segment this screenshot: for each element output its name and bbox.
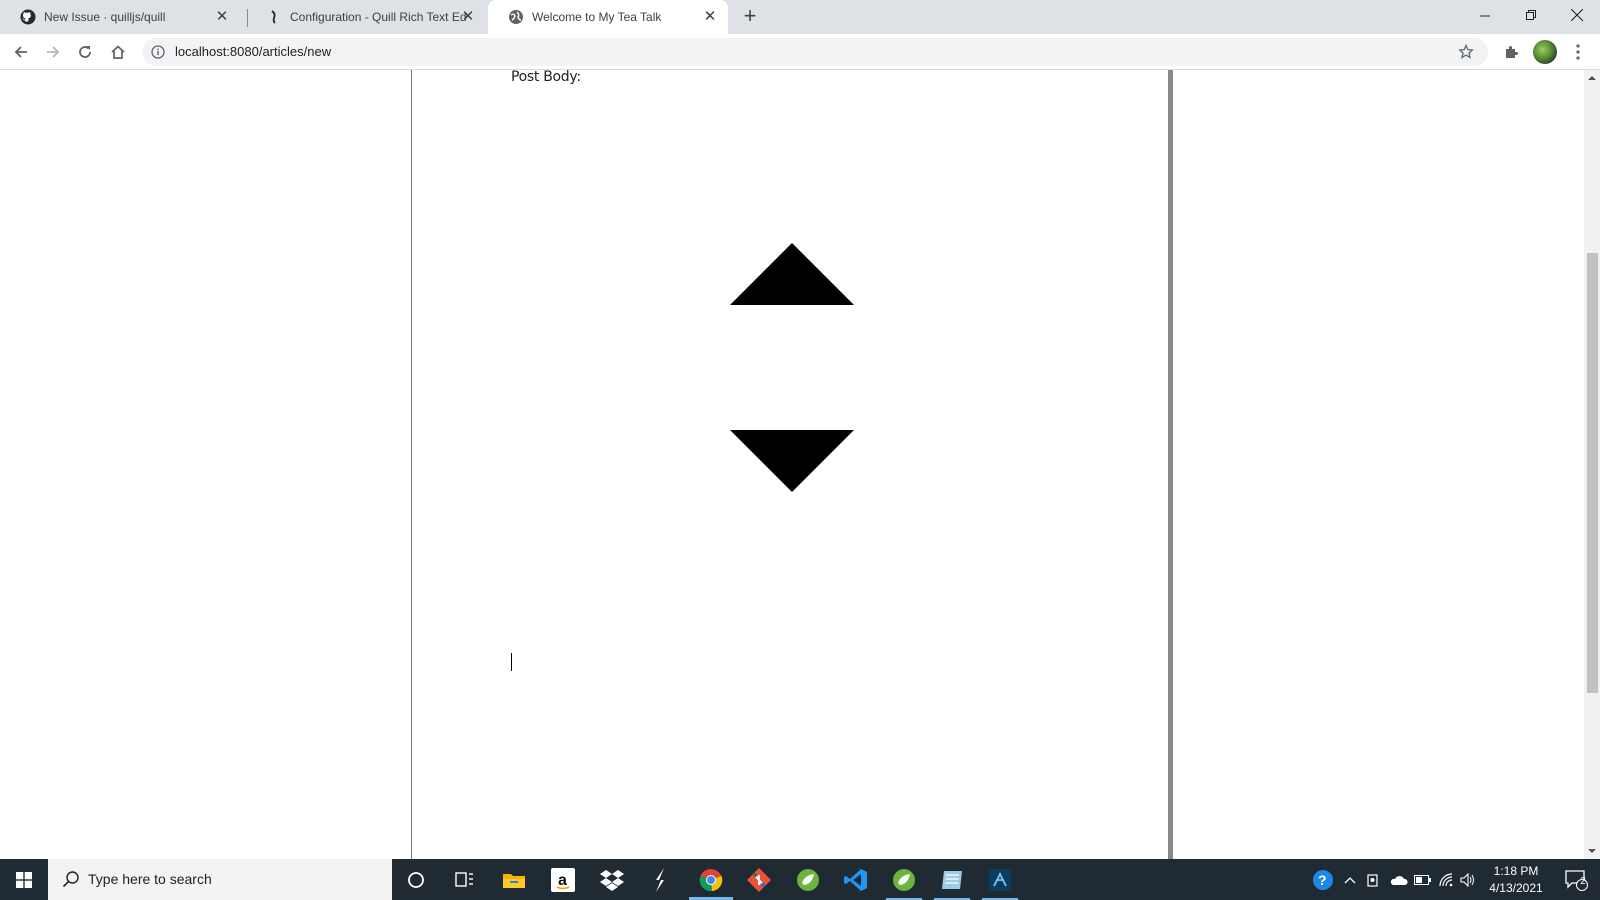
cortana-icon[interactable] (392, 859, 440, 900)
tab-new-issue[interactable]: New Issue · quilljs/quill ✕ (0, 0, 240, 34)
close-window-icon[interactable] (1554, 0, 1600, 30)
windows-start-icon[interactable] (0, 859, 48, 900)
scrollbar-thumb[interactable] (1587, 253, 1598, 693)
url-text[interactable]: localhost:8080/articles/new (175, 44, 331, 59)
minimize-icon[interactable] (1462, 0, 1508, 30)
tab-title: Welcome to My Tea Talk (532, 10, 662, 24)
clock-time: 1:18 PM (1493, 864, 1539, 878)
browser-toolbar: localhost:8080/articles/new (0, 34, 1600, 70)
action-center-icon[interactable]: 2 (1556, 859, 1596, 900)
notepad-icon[interactable] (928, 859, 976, 900)
vscode-icon[interactable] (832, 859, 880, 900)
address-bar[interactable]: localhost:8080/articles/new (142, 38, 1488, 66)
dropbox-icon[interactable] (588, 859, 636, 900)
tab-title: New Issue · quilljs/quill (44, 10, 166, 24)
info-icon[interactable] (151, 45, 165, 59)
close-tab-icon[interactable]: ✕ (214, 9, 230, 25)
windows-taskbar: Type here to search a ? 1:18 PM 4/13/202… (0, 859, 1600, 900)
sublime-text-icon[interactable] (636, 859, 684, 900)
arrow-down-shape (730, 430, 854, 492)
text-cursor[interactable] (511, 653, 512, 671)
chevron-up-icon[interactable] (1340, 859, 1360, 900)
battery-icon[interactable] (1412, 859, 1434, 900)
forward-icon[interactable] (41, 40, 65, 64)
back-icon[interactable] (9, 40, 33, 64)
github-icon (20, 9, 36, 25)
meet-now-icon[interactable] (1362, 859, 1384, 900)
post-body-label: Post Body: (511, 70, 581, 85)
volume-icon[interactable] (1458, 859, 1478, 900)
tab-title: Configuration - Quill Rich Text Ed (290, 10, 467, 24)
page-viewport: Post Body: (0, 70, 1584, 859)
close-tab-icon[interactable]: ✕ (460, 9, 476, 25)
android-studio-icon[interactable] (976, 859, 1024, 900)
svg-text:?: ? (1318, 872, 1327, 888)
file-explorer-icon[interactable] (490, 859, 538, 900)
spring-tool-suite-2-icon[interactable] (880, 859, 928, 900)
globe-icon (508, 9, 524, 25)
close-tab-icon[interactable]: ✕ (702, 9, 718, 25)
restore-icon[interactable] (1508, 0, 1554, 30)
quill-icon (266, 9, 282, 25)
arrow-up-shape (730, 243, 854, 305)
chrome-icon[interactable] (687, 859, 735, 900)
vertical-scrollbar[interactable] (1584, 70, 1600, 859)
task-view-icon[interactable] (440, 859, 488, 900)
home-icon[interactable] (106, 40, 130, 64)
taskbar-clock[interactable]: 1:18 PM 4/13/2021 (1478, 863, 1554, 897)
bookmark-star-icon[interactable] (1458, 43, 1474, 60)
taskbar-search-box[interactable]: Type here to search (48, 859, 392, 900)
spring-tool-suite-icon[interactable] (784, 859, 832, 900)
more-menu-icon[interactable] (1574, 42, 1582, 62)
extensions-puzzle-icon[interactable] (1503, 43, 1521, 61)
git-kraken-icon[interactable] (735, 859, 783, 900)
svg-text:a: a (558, 872, 567, 889)
notification-count: 2 (1580, 876, 1586, 887)
scroll-down-arrow-icon[interactable] (1584, 843, 1600, 859)
wifi-icon[interactable] (1436, 859, 1458, 900)
search-icon (62, 870, 80, 888)
new-tab-button[interactable]: + (739, 5, 761, 28)
clock-date: 4/13/2021 (1489, 881, 1543, 895)
article-form: Post Body: (411, 70, 1173, 859)
browser-tabstrip: New Issue · quilljs/quill ✕ Configuratio… (0, 0, 1600, 34)
tab-welcome[interactable]: Welcome to My Tea Talk ✕ (488, 0, 728, 34)
reload-icon[interactable] (73, 40, 97, 64)
help-icon[interactable]: ? (1310, 859, 1336, 900)
amazon-icon[interactable]: a (539, 859, 587, 900)
tab-configuration[interactable]: Configuration - Quill Rich Text Ed ✕ (246, 0, 486, 34)
scroll-up-arrow-icon[interactable] (1584, 70, 1600, 86)
onedrive-cloud-icon[interactable] (1388, 859, 1410, 900)
search-placeholder: Type here to search (88, 871, 212, 887)
profile-avatar[interactable] (1533, 40, 1557, 64)
